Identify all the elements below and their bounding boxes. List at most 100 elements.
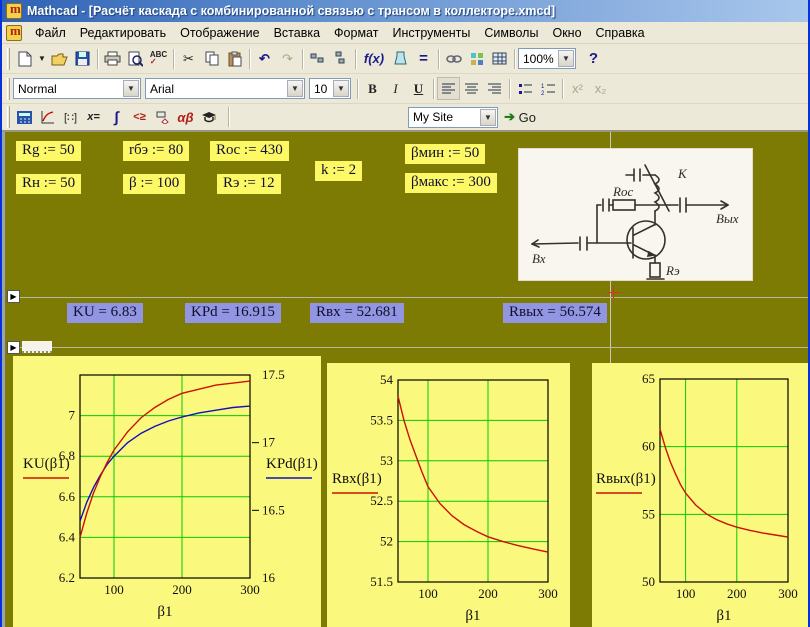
calculator-palette-button[interactable] [13,106,36,129]
undo-button[interactable]: ↶ [253,47,276,70]
math-region-re[interactable]: Rэ := 12 [217,174,281,194]
boolean-palette-button[interactable]: <≥ [128,106,151,129]
y-tick-label: 6.4 [59,529,76,544]
font-size-select[interactable]: 10 ▼ [309,78,351,99]
y-tick-label: 65 [642,371,655,386]
open-button[interactable] [48,47,71,70]
math-region-rg[interactable]: Rg := 50 [16,141,81,161]
bold-button[interactable]: B [361,77,384,100]
style-dropdown-arrow-icon[interactable]: ▼ [123,80,139,97]
window-title: Mathcad - [Расчёт каскада с комбинирован… [27,4,555,18]
math-region-k[interactable]: k := 2 [315,161,362,181]
menu-window[interactable]: Окно [545,24,588,42]
plot-ku-kpd[interactable]: 1002003006.26.46.66.871616.51717.5KU(β1)… [13,356,321,627]
circuit-sketch-image[interactable]: Roc К Вых Вх Rэ [518,148,753,281]
greek-palette-button[interactable]: αβ [174,106,197,129]
resource-dropdown-arrow-icon[interactable]: ▼ [480,109,496,126]
italic-button[interactable]: I [384,77,407,100]
area-tab[interactable] [22,341,52,353]
result-region-rvx[interactable]: Rвх = 52.681 [310,303,404,323]
new-dropdown-arrow-icon[interactable]: ▼ [36,47,48,70]
evaluation-palette-button[interactable]: x= [82,106,105,129]
hyperlink-button[interactable] [442,47,465,70]
hyperlink-chain-icon [446,53,462,65]
table-grid-icon [492,52,507,65]
boolean-icon: <≥ [133,111,145,123]
paste-button[interactable] [223,47,246,70]
align-right-button[interactable] [483,77,506,100]
menu-view[interactable]: Отображение [173,24,266,42]
size-dropdown-arrow-icon[interactable]: ▼ [333,80,349,97]
result-region-ku[interactable]: KU = 6.83 [67,303,143,323]
align-left-button[interactable] [437,77,460,100]
menu-file[interactable]: Файл [28,24,73,42]
right-tick-label: 16.5 [262,502,285,517]
menu-help[interactable]: Справка [589,24,652,42]
cut-button[interactable]: ✂ [177,47,200,70]
matrix-palette-button[interactable]: [∷] [59,106,82,129]
graph-palette-button[interactable] [36,106,59,129]
plot-rvx[interactable]: 10020030051.55252.55353.554Rвх(β1)β1 [327,363,570,627]
y-tick-label: 52.5 [370,493,393,508]
align-down-button[interactable] [329,47,352,70]
numbered-list-button[interactable]: 12 [536,77,559,100]
insert-component-button[interactable] [465,47,488,70]
bullet-list-button[interactable] [513,77,536,100]
subscript-button[interactable]: x₂ [589,77,612,100]
menu-tools[interactable]: Инструменты [385,24,477,42]
math-region-bmin[interactable]: βмин := 50 [405,144,485,164]
collapsed-area-marker[interactable]: ▶ [7,341,20,354]
align-across-button[interactable] [306,47,329,70]
title-bar[interactable]: Mathcad - [Расчёт каскада с комбинирован… [2,0,808,22]
resource-select[interactable]: My Site ▼ [408,107,498,128]
go-button[interactable]: ➔ Go [498,106,542,129]
circuit-label-re: Rэ [665,263,680,278]
new-button[interactable] [13,47,36,70]
menu-bar: Файл Редактировать Отображение Вставка Ф… [2,22,808,44]
toolbar-grip[interactable] [7,106,10,128]
math-region-beta[interactable]: β := 100 [123,174,185,194]
x-tick-label: 200 [172,582,192,597]
insert-function-button[interactable]: f(x) [359,47,389,70]
worksheet[interactable]: Rg := 50 rбэ := 80 Roc := 430 βмин := 50… [2,132,808,627]
math-region-rbe[interactable]: rбэ := 80 [123,141,189,161]
align-center-button[interactable] [460,77,483,100]
result-region-rvyx[interactable]: Rвых = 56.574 [503,303,607,323]
menu-edit[interactable]: Редактировать [73,24,173,42]
save-button[interactable] [71,47,94,70]
font-select[interactable]: Arial ▼ [145,78,305,99]
menu-symbols[interactable]: Символы [477,24,545,42]
underline-button[interactable]: U [407,77,430,100]
print-preview-button[interactable] [124,47,147,70]
result-region-kpd[interactable]: KPd = 16.915 [185,303,281,323]
superscript-button[interactable]: x² [566,77,589,100]
plot-rvyx[interactable]: 10020030050556065Rвых(β1)β1 [592,363,808,627]
math-region-roc[interactable]: Roc := 430 [210,141,289,161]
print-preview-icon [128,51,143,67]
print-button[interactable] [101,47,124,70]
zoom-dropdown-arrow-icon[interactable]: ▼ [558,50,574,67]
copy-button[interactable] [200,47,223,70]
redo-button[interactable]: ↷ [276,47,299,70]
calculus-palette-button[interactable]: ∫ [105,106,128,129]
toolbar-grip[interactable] [7,48,10,70]
help-button[interactable]: ? [582,47,605,70]
x-tick-label: 200 [478,586,498,601]
open-folder-icon [51,52,68,66]
style-select[interactable]: Normal ▼ [13,78,141,99]
symbolic-palette-button[interactable] [197,106,220,129]
font-dropdown-arrow-icon[interactable]: ▼ [287,80,303,97]
x-axis-label: β1 [157,604,172,620]
zoom-select[interactable]: 100% ▼ [518,48,576,69]
evaluate-button[interactable]: = [412,47,435,70]
collapsed-area-marker[interactable]: ▶ [7,290,20,303]
math-region-bmax[interactable]: βмакс := 300 [405,173,497,193]
menu-insert[interactable]: Вставка [267,24,327,42]
programming-palette-button[interactable] [151,106,174,129]
insert-table-button[interactable] [488,47,511,70]
toolbar-grip[interactable] [7,78,10,100]
math-region-rn[interactable]: Rн := 50 [16,174,81,194]
insert-unit-button[interactable] [389,47,412,70]
menu-format[interactable]: Формат [327,24,385,42]
spell-check-button[interactable]: ABC✓ [147,47,170,70]
